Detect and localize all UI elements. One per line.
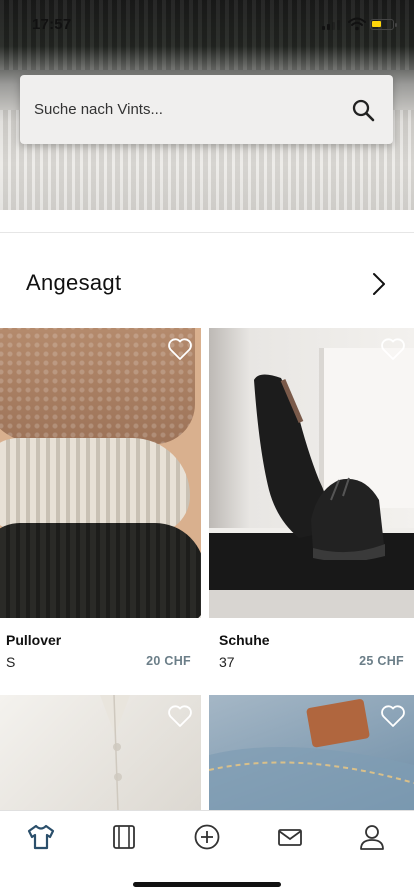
tab-profile-icon[interactable] [357, 823, 387, 851]
product-card-shirt[interactable] [0, 695, 201, 810]
search-icon[interactable] [351, 98, 375, 122]
shoe-illustration [254, 374, 385, 560]
section-title: Angesagt [26, 270, 122, 295]
product-title: Pullover [6, 632, 62, 648]
status-bar: 17:57 [0, 0, 414, 48]
home-indicator [133, 882, 281, 887]
tab-shirt-icon[interactable] [26, 823, 56, 851]
tab-wardrobe-icon[interactable] [109, 823, 139, 851]
product-card-jeans[interactable] [209, 695, 414, 810]
heart-icon[interactable] [167, 337, 193, 361]
tab-add-circle-icon[interactable] [192, 823, 222, 851]
product-price: 25 CHF [359, 654, 404, 668]
heart-icon[interactable] [380, 704, 406, 728]
product-size: 37 [219, 654, 235, 670]
heart-icon[interactable] [167, 704, 193, 728]
product-size: S [6, 654, 16, 670]
product-image[interactable] [0, 328, 201, 618]
heart-icon[interactable] [380, 337, 406, 361]
chevron-right-icon[interactable] [372, 272, 386, 296]
search-input[interactable] [34, 75, 334, 144]
section-divider [0, 232, 414, 233]
product-card-shoes[interactable]: Schuhe 37 25 CHF [209, 328, 414, 678]
tab-mail-icon[interactable] [275, 823, 305, 851]
product-image[interactable] [209, 328, 414, 618]
search-bar[interactable] [20, 75, 393, 144]
product-price: 20 CHF [146, 654, 191, 668]
product-title: Schuhe [219, 632, 270, 648]
battery-icon [370, 19, 397, 30]
product-card-pullover[interactable]: Pullover S 20 CHF [0, 328, 201, 678]
status-time: 17:57 [32, 16, 72, 33]
cellular-signal-icon [322, 20, 340, 30]
wifi-icon [348, 17, 366, 31]
